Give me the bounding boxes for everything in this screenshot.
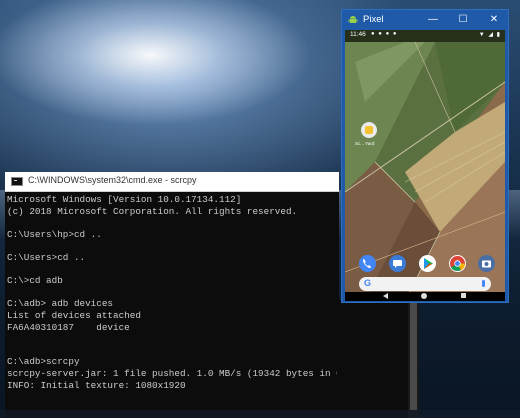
minimize-button[interactable]: — bbox=[423, 12, 443, 28]
android-icon bbox=[348, 16, 358, 23]
google-search-bar[interactable]: G bbox=[359, 277, 491, 291]
console-line: C:\>cd adb bbox=[7, 275, 63, 287]
phone-screen[interactable]: 11:46 ● ● ● ● ▼ ◢ ▮ Sc... Yard G bbox=[345, 30, 505, 301]
chrome-icon[interactable] bbox=[449, 255, 466, 272]
android-status-bar: 11:46 ● ● ● ● ▼ ◢ ▮ bbox=[345, 30, 505, 42]
console-line: (c) 2018 Microsoft Corporation. All righ… bbox=[7, 205, 298, 217]
console-line: C:\adb>scrcpy bbox=[7, 356, 80, 368]
cmd-window-title: C:\WINDOWS\system32\cmd.exe - scrcpy bbox=[28, 175, 197, 185]
cmd-app-icon bbox=[11, 177, 23, 186]
console-line: FA6A40310187 device bbox=[7, 321, 130, 333]
console-line: C:\Users\hp>cd .. bbox=[7, 228, 102, 240]
google-g-icon: G bbox=[364, 278, 372, 288]
scrcpy-phone-window[interactable]: Pixel — ☐ ✕ 11:46 ● ● ● ● ▼ ◢ ▮ Sc... Ya… bbox=[341, 9, 509, 303]
play-store-icon[interactable] bbox=[419, 255, 436, 272]
desktop-bottom-edge bbox=[0, 410, 520, 418]
console-line: Microsoft Windows [Version 10.0.17134.11… bbox=[7, 194, 242, 205]
cmd-scroll-thumb[interactable] bbox=[410, 300, 417, 410]
console-line: C:\adb> adb devices bbox=[7, 298, 114, 310]
lock-icon bbox=[365, 126, 373, 134]
console-background bbox=[339, 300, 408, 418]
maximize-button[interactable]: ☐ bbox=[453, 12, 473, 28]
phone-icon[interactable] bbox=[359, 255, 376, 272]
notification-icons: ● ● ● ● bbox=[371, 31, 398, 37]
console-line: scrcpy-server.jar: 1 file pushed. 1.0 MB… bbox=[7, 367, 337, 379]
messages-icon[interactable] bbox=[389, 255, 406, 272]
console-line: List of devices attached bbox=[7, 309, 141, 321]
app-shortcut-icon[interactable] bbox=[361, 122, 377, 138]
signal-battery-icons: ▼ ◢ ▮ bbox=[478, 32, 501, 38]
close-button[interactable]: ✕ bbox=[484, 12, 504, 28]
android-nav-bar bbox=[345, 292, 505, 301]
console-line: C:\Users>cd .. bbox=[7, 251, 86, 263]
app-shortcut-label: Sc... Yard bbox=[355, 141, 375, 146]
home-icon[interactable] bbox=[421, 293, 427, 299]
status-time: 11:46 bbox=[350, 31, 366, 38]
back-icon[interactable] bbox=[383, 293, 388, 299]
console-output[interactable]: Microsoft Windows [Version 10.0.17134.11… bbox=[7, 194, 337, 416]
cmd-window[interactable]: C:\WINDOWS\system32\cmd.exe - scrcpy Mic… bbox=[5, 172, 339, 418]
camera-icon[interactable] bbox=[478, 255, 495, 272]
phone-titlebar[interactable]: Pixel — ☐ ✕ bbox=[342, 10, 508, 30]
cmd-titlebar[interactable]: C:\WINDOWS\system32\cmd.exe - scrcpy bbox=[5, 172, 339, 192]
recents-icon[interactable] bbox=[461, 293, 466, 298]
console-line: INFO: Initial texture: 1080x1920 bbox=[7, 379, 186, 391]
microphone-icon[interactable] bbox=[482, 280, 485, 287]
phone-window-title: Pixel bbox=[363, 14, 384, 25]
